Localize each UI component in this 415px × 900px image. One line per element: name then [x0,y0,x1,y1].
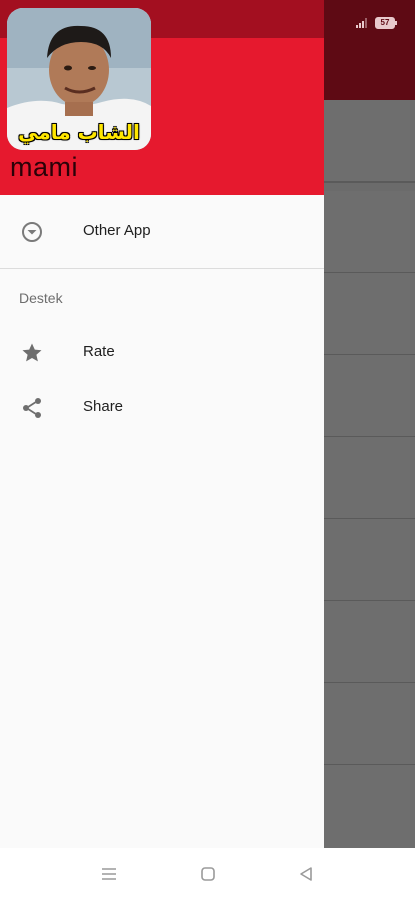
nav-item-label: Rate [83,343,115,360]
nav-item-label: Other App [83,222,151,239]
nav-item-share[interactable]: Share [0,383,324,433]
nav-item-other-app[interactable]: Other App [0,207,324,257]
home-square-icon[interactable] [200,866,216,887]
app-name: mami [10,152,78,182]
dropdown-circle-icon [20,220,44,244]
battery-icon: 57 [375,17,397,29]
nav-item-rate[interactable]: Rate [0,328,324,378]
divider [0,268,324,269]
section-title: Destek [19,290,63,306]
system-navigation-bar [0,848,415,900]
avatar-caption: الشاب مامي [18,120,140,144]
navigation-drawer: الشاب مامي mami Other App Destek Rate Sh… [0,0,324,848]
share-icon [20,396,44,420]
nav-item-label: Share [83,398,124,415]
avatar: الشاب مامي [7,8,151,150]
star-icon [20,341,44,365]
menu-lines-icon[interactable] [101,866,117,887]
signal-icon [356,18,367,28]
drawer-header: الشاب مامي mami [0,0,324,195]
back-triangle-icon[interactable] [298,866,314,887]
